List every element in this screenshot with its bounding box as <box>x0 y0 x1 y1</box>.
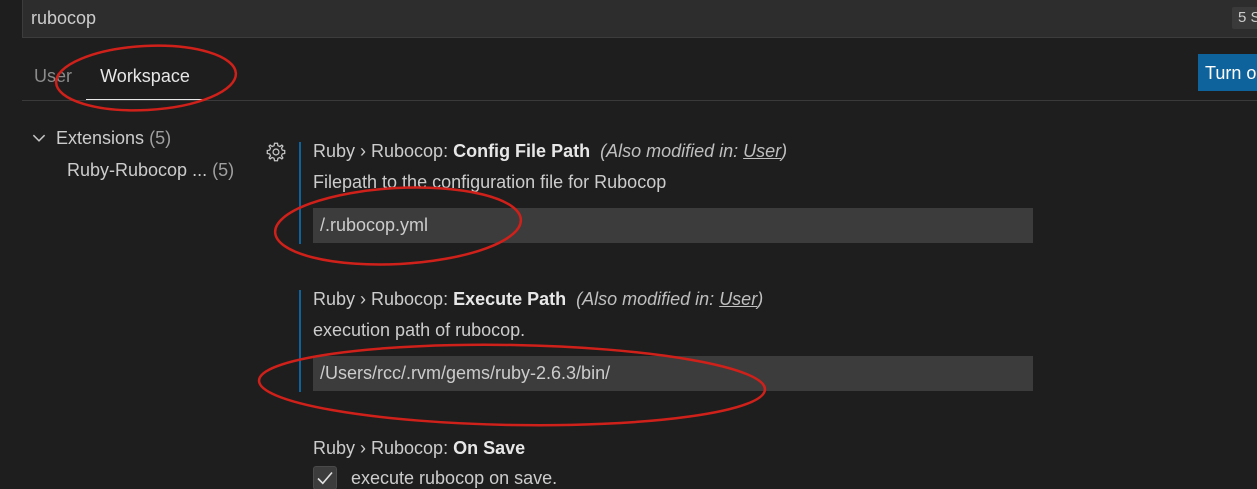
setting-category: Ruby › Rubocop: <box>313 141 454 161</box>
modified-indicator <box>299 142 301 244</box>
setting-title: Ruby › Rubocop: Execute Path (Also modifi… <box>313 289 763 310</box>
chevron-down-icon <box>32 134 46 142</box>
also-modified-user-link[interactable]: User <box>743 141 781 161</box>
search-input[interactable] <box>31 5 1181 31</box>
tree-item-ruby-rubocop[interactable]: Ruby-Rubocop ... (5) <box>67 157 234 183</box>
setting-name: On Save <box>453 438 526 458</box>
tab-workspace[interactable]: Workspace <box>86 38 204 100</box>
tree-item-count: (5) <box>212 160 235 180</box>
also-modified-user-link[interactable]: User <box>719 289 757 309</box>
setting-name: Execute Path <box>453 289 567 309</box>
setting-description: Filepath to the configuration file for R… <box>313 172 667 192</box>
settings-editor: 5 Settings Found User Workspace Turn on … <box>0 0 1257 489</box>
on-save-checkbox[interactable] <box>313 466 337 489</box>
tree-item-extensions[interactable]: Extensions (5) <box>30 125 171 151</box>
also-modified-suffix: ) <box>781 141 788 161</box>
also-modified-prefix: (Also modified in: <box>600 141 744 161</box>
setting-name: Config File Path <box>453 141 591 161</box>
also-modified-suffix: ) <box>757 289 764 309</box>
setting-category: Ruby › Rubocop: <box>313 438 454 458</box>
tab-user[interactable]: User <box>34 38 72 100</box>
also-modified-note: (Also modified in: User) <box>600 141 787 161</box>
also-modified-prefix: (Also modified in: <box>576 289 720 309</box>
search-result-count: 5 Settings Found <box>1232 7 1257 29</box>
tree-item-label: Ruby-Rubocop ... <box>67 160 208 180</box>
config-file-path-input[interactable] <box>313 208 1033 243</box>
execute-path-input[interactable] <box>313 356 1033 391</box>
setting-description: execution path of rubocop. <box>313 320 526 340</box>
also-modified-note: (Also modified in: User) <box>576 289 763 309</box>
setting-title: Ruby › Rubocop: Config File Path (Also mo… <box>313 141 787 162</box>
tree-item-label: Extensions <box>56 128 145 148</box>
setting-title: Ruby › Rubocop: On Save <box>313 438 525 459</box>
modified-indicator <box>299 290 301 392</box>
tree-item-count: (5) <box>149 128 172 148</box>
search-bar: 5 Settings Found <box>22 0 1257 38</box>
checkmark-icon <box>317 471 333 485</box>
turn-on-settings-sync-button[interactable]: Turn on Settings Sync <box>1198 54 1257 91</box>
settings-scope-tabs: User Workspace <box>22 38 1257 101</box>
gear-icon[interactable] <box>265 141 287 163</box>
setting-category: Ruby › Rubocop: <box>313 289 454 309</box>
on-save-checkbox-label: execute rubocop on save. <box>351 468 558 488</box>
